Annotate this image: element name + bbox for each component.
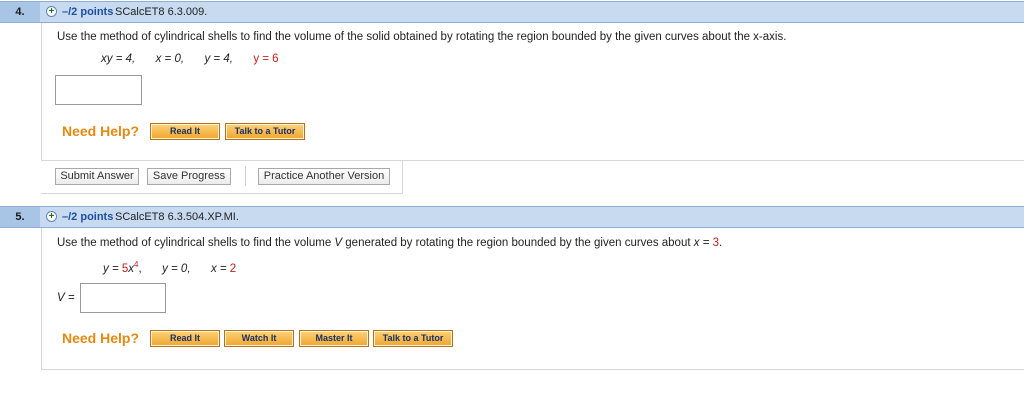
- divider: [403, 160, 1024, 161]
- question-5-body: [41, 228, 42, 370]
- question-5-header: 5. + –/2 points SCalcET8 6.3.504.XP.MI.: [0, 206, 1024, 228]
- axis-equation: x =: [693, 237, 713, 249]
- equation-list: xy = 4, x = 0, y = 4, y = 6: [101, 53, 279, 65]
- points-label: –/2 points: [62, 6, 114, 18]
- question-header-bar: + –/2 points SCalcET8 6.3.504.XP.MI.: [40, 207, 1024, 227]
- equation: y = 4,: [204, 53, 233, 65]
- equation: x = 0,: [155, 53, 185, 65]
- master-it-button[interactable]: Master It: [299, 330, 369, 347]
- divider: [245, 166, 246, 186]
- talk-to-tutor-button[interactable]: Talk to a Tutor: [225, 123, 305, 140]
- practice-another-version-button[interactable]: Practice Another Version: [258, 168, 390, 185]
- question-4-header: 4. + –/2 points SCalcET8 6.3.009.: [0, 1, 1024, 23]
- expand-plus-icon[interactable]: +: [46, 211, 57, 222]
- question-prompt: Use the method of cylindrical shells to …: [57, 31, 787, 43]
- equation: xy = 4,: [101, 53, 136, 65]
- equation: y = 6: [253, 53, 279, 65]
- equation: x = 2: [210, 262, 237, 275]
- need-help-label: Need Help?: [62, 330, 140, 346]
- talk-to-tutor-button[interactable]: Talk to a Tutor: [373, 330, 453, 347]
- divider: [41, 369, 1024, 370]
- equation-list: y = 5x4, y = 0, x = 2: [103, 260, 236, 275]
- submit-answer-button[interactable]: Submit Answer: [55, 168, 139, 185]
- question-number: 5.: [0, 207, 40, 227]
- watch-it-button[interactable]: Watch It: [224, 330, 294, 347]
- question-header-bar: + –/2 points SCalcET8 6.3.009.: [40, 2, 1024, 22]
- volume-variable: V: [334, 237, 343, 249]
- need-help-label: Need Help?: [62, 123, 140, 139]
- read-it-button[interactable]: Read It: [150, 330, 220, 347]
- volume-answer-input[interactable]: [80, 283, 166, 313]
- answer-input[interactable]: [55, 75, 142, 105]
- equation: y = 0,: [162, 262, 191, 275]
- question-prompt: Use the method of cylindrical shells to …: [57, 237, 723, 249]
- answer-label: V =: [57, 292, 75, 304]
- question-4-body: [41, 23, 42, 160]
- question-source: SCalcET8 6.3.009.: [115, 6, 208, 18]
- question-source: SCalcET8 6.3.504.XP.MI.: [115, 211, 239, 223]
- save-progress-button[interactable]: Save Progress: [147, 168, 231, 185]
- question-number: 4.: [0, 2, 40, 22]
- equation: y = 5x4,: [103, 260, 142, 275]
- expand-plus-icon[interactable]: +: [46, 6, 57, 17]
- read-it-button[interactable]: Read It: [150, 123, 220, 140]
- points-label: –/2 points: [62, 211, 114, 223]
